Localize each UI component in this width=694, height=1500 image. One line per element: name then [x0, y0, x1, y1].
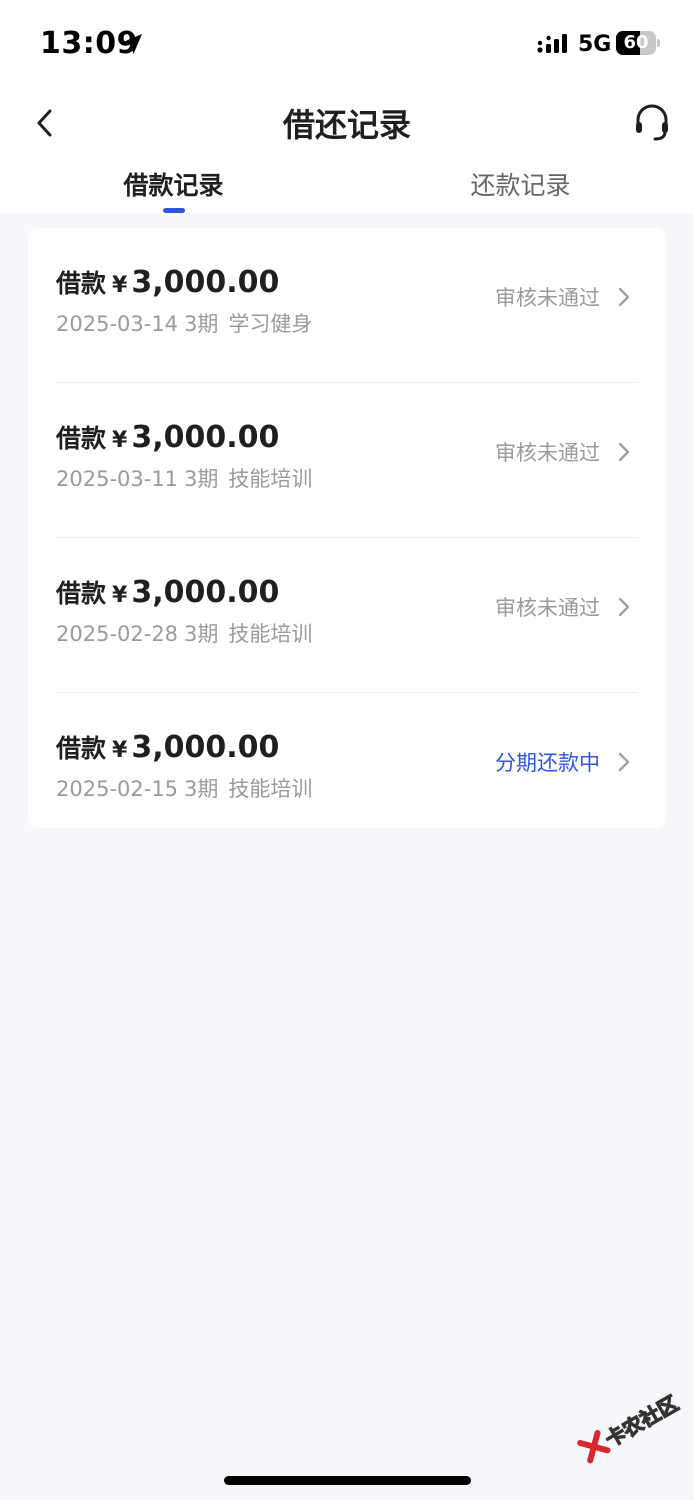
chevron-right-icon	[618, 442, 630, 462]
watermark: 卡农社区	[560, 1370, 683, 1472]
network-label: 5G	[578, 32, 612, 57]
loan-record-item[interactable]: 借款 ¥ 3,000.00 2025-02-15 3期 技能培训 分期还款中	[56, 693, 638, 848]
record-purpose: 技能培训	[228, 467, 313, 491]
chevron-right-icon	[618, 597, 630, 617]
status-bar: 13:09 5G 60	[0, 0, 694, 88]
record-period: 3期	[184, 312, 219, 336]
currency-symbol: ¥	[112, 583, 128, 608]
record-date: 2025-03-11	[56, 467, 179, 491]
signal-icon	[537, 34, 567, 53]
page-title: 借还记录	[282, 106, 411, 144]
currency-symbol: ¥	[112, 428, 128, 453]
record-status: 审核未通过	[495, 596, 600, 620]
headset-icon[interactable]	[632, 102, 672, 142]
tab-repay-records[interactable]: 还款记录	[347, 166, 694, 213]
loan-amount: 3,000.00	[131, 575, 280, 610]
record-date: 2025-03-14	[56, 312, 179, 336]
record-status: 分期还款中	[495, 751, 600, 775]
record-tabs: 借款记录 还款记录	[0, 166, 694, 213]
record-period: 3期	[184, 467, 219, 491]
currency-symbol: ¥	[112, 273, 128, 298]
record-meta: 2025-03-11 3期 技能培训	[56, 463, 312, 493]
amount-row: 借款 ¥ 3,000.00	[56, 574, 279, 610]
location-arrow-icon	[122, 34, 142, 54]
battery-level: 60	[623, 32, 649, 53]
record-meta: 2025-03-14 3期 学习健身	[56, 308, 312, 338]
record-period: 3期	[184, 622, 219, 646]
record-date: 2025-02-15	[56, 777, 179, 801]
amount-row: 借款 ¥ 3,000.00	[56, 419, 279, 455]
currency-symbol: ¥	[112, 738, 128, 763]
record-type-label: 借款	[56, 269, 107, 298]
loan-amount: 3,000.00	[131, 730, 280, 765]
chevron-right-icon	[618, 287, 630, 307]
record-purpose: 技能培训	[228, 777, 313, 801]
record-status: 审核未通过	[495, 286, 600, 310]
amount-row: 借款 ¥ 3,000.00	[56, 264, 279, 300]
record-type-label: 借款	[56, 734, 107, 763]
amount-row: 借款 ¥ 3,000.00	[56, 729, 279, 765]
active-tab-indicator	[163, 208, 185, 213]
battery-icon: 60	[616, 31, 660, 55]
record-meta: 2025-02-15 3期 技能培训	[56, 773, 312, 803]
record-status: 审核未通过	[495, 441, 600, 465]
loan-records-card: 借款 ¥ 3,000.00 2025-03-14 3期 学习健身 审核未通过 借款 …	[28, 228, 666, 828]
record-purpose: 学习健身	[228, 312, 313, 336]
record-date: 2025-02-28	[56, 622, 179, 646]
loan-record-item[interactable]: 借款 ¥ 3,000.00 2025-03-11 3期 技能培训 审核未通过	[56, 383, 638, 538]
record-purpose: 技能培训	[228, 622, 313, 646]
watermark-text: 卡农社区	[600, 1390, 683, 1452]
loan-record-item[interactable]: 借款 ¥ 3,000.00 2025-03-14 3期 学习健身 审核未通过	[56, 228, 638, 383]
record-period: 3期	[184, 777, 219, 801]
record-type-label: 借款	[56, 424, 107, 453]
record-type-label: 借款	[56, 579, 107, 608]
loan-amount: 3,000.00	[131, 420, 280, 455]
loan-amount: 3,000.00	[131, 265, 280, 300]
record-meta: 2025-02-28 3期 技能培训	[56, 618, 312, 648]
loan-record-item[interactable]: 借款 ¥ 3,000.00 2025-02-28 3期 技能培训 审核未通过	[56, 538, 638, 693]
chevron-right-icon	[618, 752, 630, 772]
home-indicator[interactable]	[224, 1476, 471, 1485]
tab-borrow-records[interactable]: 借款记录	[0, 166, 347, 213]
